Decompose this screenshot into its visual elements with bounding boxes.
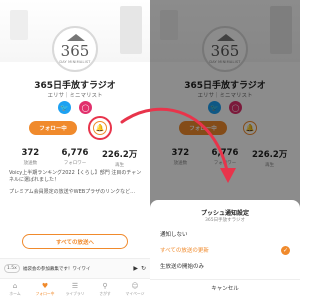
stat-label: 放送数 xyxy=(23,161,38,166)
forward-icon[interactable]: ↻ xyxy=(141,265,146,272)
tab-label: フォロー中 xyxy=(35,291,55,296)
option-label: 通知しない xyxy=(160,232,188,238)
hero-decor xyxy=(10,10,28,40)
follow-icon: ♥ xyxy=(41,282,49,290)
tab-search[interactable]: ⚲ さがす xyxy=(90,279,120,300)
now-playing-title: 福袋会の参加募集です！ワイワイ xyxy=(22,266,91,272)
option-all-updates[interactable]: すべての放送の更新 ✓ xyxy=(160,242,290,258)
follow-button[interactable]: フォロー中 xyxy=(29,121,77,135)
sheet-subtitle: 365日手放すラジオ xyxy=(205,218,245,223)
instagram-icon[interactable]: ◯ xyxy=(79,101,92,114)
stats-row: 372 放送数 6,776 フォロワー 226.2万 再生 xyxy=(0,148,150,168)
play-icon[interactable]: ▶ xyxy=(133,265,138,272)
twitter-icon[interactable]: 🐦 xyxy=(58,101,71,114)
all-broadcasts-button[interactable]: すべての放送へ xyxy=(22,234,128,249)
stat-followers: 6,776 フォロワー xyxy=(55,148,95,168)
library-icon: ☰ xyxy=(71,282,79,290)
tab-library[interactable]: ☰ ライブラリ xyxy=(60,279,90,300)
stat-broadcasts: 372 放送数 xyxy=(10,148,50,168)
checkmark-icon: ✓ xyxy=(281,245,290,255)
tab-bar: ⌂ ホーム ♥ フォロー中 ☰ ライブラリ ⚲ さがす ☺ マイページ xyxy=(0,278,150,300)
logo-subtext: DAY MINIMALIST xyxy=(59,60,91,64)
tab-label: ライブラリ xyxy=(65,291,85,296)
option-live-only[interactable]: 生放送の開始のみ xyxy=(160,258,290,274)
tab-label: さがす xyxy=(99,291,111,296)
home-icon: ⌂ xyxy=(12,282,18,290)
tab-home[interactable]: ⌂ ホーム xyxy=(0,279,30,300)
sheet-title: プッシュ通知設定 xyxy=(200,210,249,217)
playback-speed-button[interactable]: 1.5x xyxy=(4,264,20,273)
stat-label: フォロワー xyxy=(63,161,87,166)
search-icon: ⚲ xyxy=(102,282,108,290)
channel-title: 365日手放すラジオ xyxy=(34,81,116,91)
tab-mypage[interactable]: ☺ マイページ xyxy=(120,279,150,300)
channel-description: Voicy上半期ランキング2022【くらし】部門 注目のチャンネルに選ばれました… xyxy=(9,170,143,201)
push-notification-sheet: プッシュ通知設定 365日手放すラジオ 通知しない すべての放送の更新 ✓ 生放… xyxy=(150,200,300,300)
notification-screen: 365 DAY MINIMALIST 365日手放すラジオ エリサ｜ミニマリスト… xyxy=(150,0,300,300)
user-icon: ☺ xyxy=(131,282,139,290)
hero-decor xyxy=(120,6,142,54)
option-label: 生放送の開始のみ xyxy=(160,264,205,270)
tab-label: マイページ xyxy=(125,291,145,296)
cancel-button[interactable]: キャンセル xyxy=(150,282,300,296)
stat-plays: 226.2万 再生 xyxy=(100,148,140,168)
description-line: プレミアム会員限定の放送やWEBプラザのリンクなど… xyxy=(9,189,136,195)
option-label: すべての放送の更新 xyxy=(160,248,209,254)
annotation-circle xyxy=(88,116,112,140)
channel-screen: 365 DAY MINIMALIST 365日手放すラジオ エリサ｜ミニマリスト… xyxy=(0,0,150,300)
description-line: Voicy上半期ランキング2022【くらし】部門 注目のチャンネルに選ばれました… xyxy=(9,170,142,183)
option-no-notify[interactable]: 通知しない xyxy=(160,226,290,242)
social-links: 🐦 ◯ xyxy=(0,101,150,114)
logo-number: 365 xyxy=(60,42,90,60)
divider xyxy=(150,279,300,280)
house-roof-icon xyxy=(67,34,85,41)
channel-logo: 365 DAY MINIMALIST xyxy=(52,26,98,72)
tab-label: ホーム xyxy=(9,291,21,296)
stat-value: 226.2万 xyxy=(101,150,138,160)
stat-value: 6,776 xyxy=(61,148,89,158)
stat-label: 再生 xyxy=(115,163,125,168)
channel-subtitle: エリサ｜ミニマリスト xyxy=(47,93,103,99)
mini-player[interactable]: 1.5x 福袋会の参加募集です！ワイワイ ▶ ↻ xyxy=(0,258,150,278)
tab-following[interactable]: ♥ フォロー中 xyxy=(30,279,60,300)
stat-value: 372 xyxy=(21,148,40,158)
